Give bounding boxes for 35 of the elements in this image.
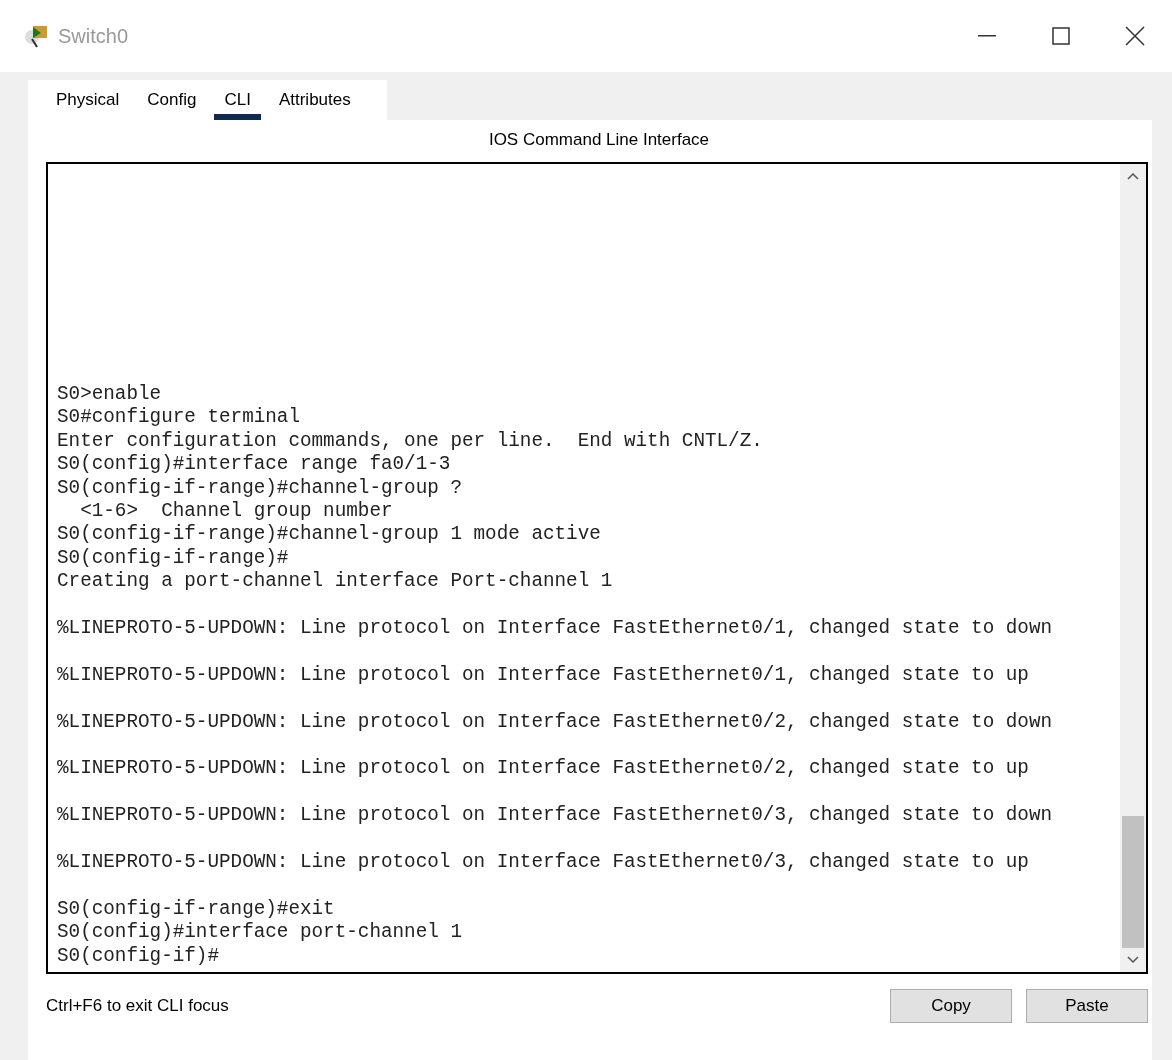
action-button[interactable]: Copy: [890, 989, 1012, 1023]
terminal-line: %LINEPROTO-5-UPDOWN: Line protocol on Interface FastEthernet0/2, changed state to up: [57, 756, 1030, 781]
scroll-down-icon[interactable]: [1127, 956, 1139, 964]
terminal-line: S0(config-if)#: [57, 944, 220, 968]
terminal-line: S0(config-if-range)#exit: [57, 896, 336, 922]
terminal-line: %LINEPROTO-5-UPDOWN: Line protocol on Interface FastEthernet0/1, changed state to down: [57, 616, 1054, 641]
terminal-line: Creating a port-channel interface Port-channel 1: [57, 570, 614, 594]
terminal-line: Enter configuration commands, one per line. End with CNTL/Z.: [57, 429, 764, 454]
terminal-line: %LINEPROTO-5-UPDOWN: Line protocol on Interface FastEthernet0/3, changed state to down: [57, 803, 1054, 828]
scrollbar[interactable]: [1120, 164, 1146, 972]
scroll-up-icon[interactable]: [1127, 172, 1139, 180]
terminal[interactable]: [46, 162, 1148, 974]
tab[interactable]: Config: [137, 80, 207, 120]
terminal-line: S0(config-if-range)#channel-group ?: [57, 476, 463, 500]
close-icon: [1125, 26, 1145, 46]
terminal-line: %LINEPROTO-5-UPDOWN: Line protocol on Interface FastEthernet0/3, changed state to up: [57, 850, 1030, 875]
minimize-icon: [978, 35, 996, 37]
action-button[interactable]: Paste: [1026, 989, 1148, 1023]
scrollbar-thumb[interactable]: [1122, 816, 1144, 948]
terminal-line: %LINEPROTO-5-UPDOWN: Line protocol on Interface FastEthernet0/2, changed state to down: [57, 709, 1054, 734]
window-title: Switch0: [58, 24, 129, 48]
terminal-line: S0(config-if-range)#: [57, 546, 290, 571]
terminal-line: S0(config)#interface port-channel 1: [57, 921, 463, 945]
switch-icon: [24, 23, 50, 49]
terminal-line: <1-6> Channel group number: [79, 500, 394, 524]
tab[interactable]: Physical: [46, 80, 130, 120]
maximize-icon: [1052, 27, 1070, 45]
focus-hint: Ctrl+F6 to exit CLI focus: [46, 996, 229, 1016]
panel-title: IOS Command Line Interface: [487, 130, 711, 150]
terminal-line: S0(config-if-range)#channel-group 1 mode active: [57, 523, 602, 547]
tab[interactable]: Attributes: [268, 80, 361, 120]
terminal-line: %LINEPROTO-5-UPDOWN: Line protocol on Interface FastEthernet0/1, changed state to up: [57, 662, 1030, 688]
terminal-line: S0#configure terminal: [57, 406, 301, 430]
terminal-line: S0(config)#interface range fa0/1-3: [57, 453, 452, 477]
terminal-line: S0>enable: [57, 382, 163, 407]
